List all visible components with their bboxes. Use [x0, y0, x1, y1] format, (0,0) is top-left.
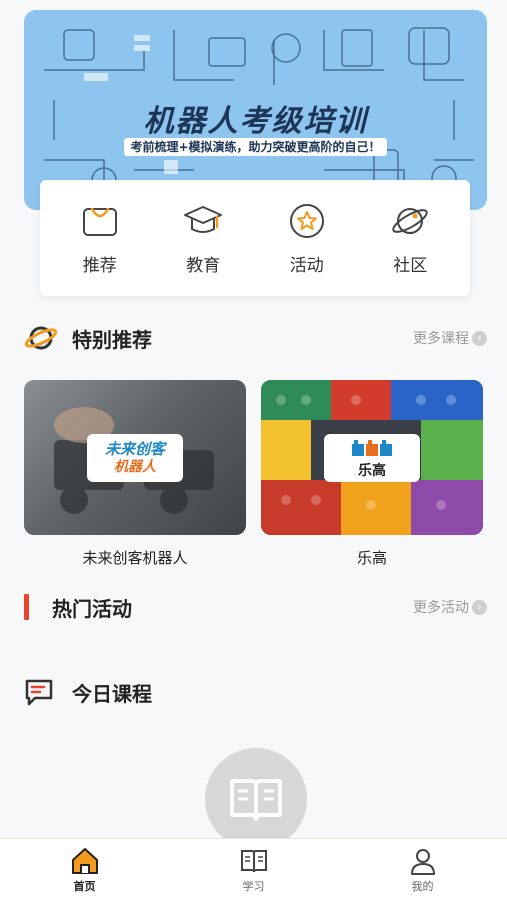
user-icon	[410, 848, 435, 875]
category-card: 推荐 教育 活动 社区	[40, 180, 470, 296]
category-activity[interactable]: 活动	[262, 201, 352, 276]
more-courses-link[interactable]: 更多课程 ›	[413, 328, 487, 348]
nav-label: 我的	[411, 879, 434, 893]
today-header: 今日课程	[24, 677, 487, 707]
course-caption: 未来创客机器人	[82, 549, 188, 567]
shopping-bag-icon	[82, 207, 117, 236]
category-recommend[interactable]: 推荐	[55, 201, 145, 276]
blocks-icon	[352, 439, 392, 456]
home-icon	[71, 847, 98, 874]
course-caption: 乐高	[356, 549, 387, 567]
category-community[interactable]: 社区	[365, 201, 455, 276]
category-label: 社区	[393, 255, 428, 276]
nav-label: 学习	[242, 879, 265, 893]
lego-logo: 乐高	[324, 433, 420, 482]
planet-icon	[392, 207, 428, 234]
banner-title: 机器人考级培训	[143, 104, 368, 139]
bottom-nav: 首页 学习 我的	[0, 838, 507, 900]
course-thumbnail: 乐高	[261, 380, 483, 535]
planet-icon	[24, 323, 58, 353]
book-icon	[230, 779, 282, 821]
category-label: 活动	[289, 255, 324, 276]
course-thumbnail: 未来创客 机器人	[24, 380, 246, 535]
chevron-right-icon: ›	[472, 599, 487, 615]
course-card[interactable]: 未来创客 机器人 未来创客机器人	[24, 380, 246, 568]
course-card[interactable]: 乐高 乐高	[261, 380, 483, 568]
section-title: 今日课程	[72, 681, 152, 706]
more-events-link[interactable]: 更多活动 ›	[413, 597, 487, 617]
star-badge-icon	[289, 203, 324, 238]
section-title: 特别推荐	[72, 327, 152, 352]
nav-study[interactable]: 学习	[194, 846, 314, 894]
nav-mine[interactable]: 我的	[363, 846, 483, 894]
nav-home[interactable]: 首页	[25, 846, 145, 894]
category-education[interactable]: 教育	[158, 201, 248, 276]
featured-header: 特别推荐 更多课程 ›	[24, 323, 487, 353]
book-icon	[240, 849, 267, 872]
chevron-right-icon: ›	[472, 330, 487, 346]
nav-label: 首页	[73, 879, 96, 893]
graduation-cap-icon	[184, 205, 223, 233]
robot-logo: 未来创客 机器人	[87, 433, 183, 482]
events-header: 热门活动 更多活动 ›	[24, 592, 487, 622]
study-fab[interactable]	[205, 748, 307, 850]
banner-subtitle: 考前梳理+模拟演练，助力突破更高阶的自己！	[24, 138, 487, 156]
category-label: 教育	[186, 255, 221, 276]
section-title: 热门活动	[52, 596, 132, 621]
chat-board-icon	[24, 677, 58, 707]
category-label: 推荐	[82, 255, 117, 276]
